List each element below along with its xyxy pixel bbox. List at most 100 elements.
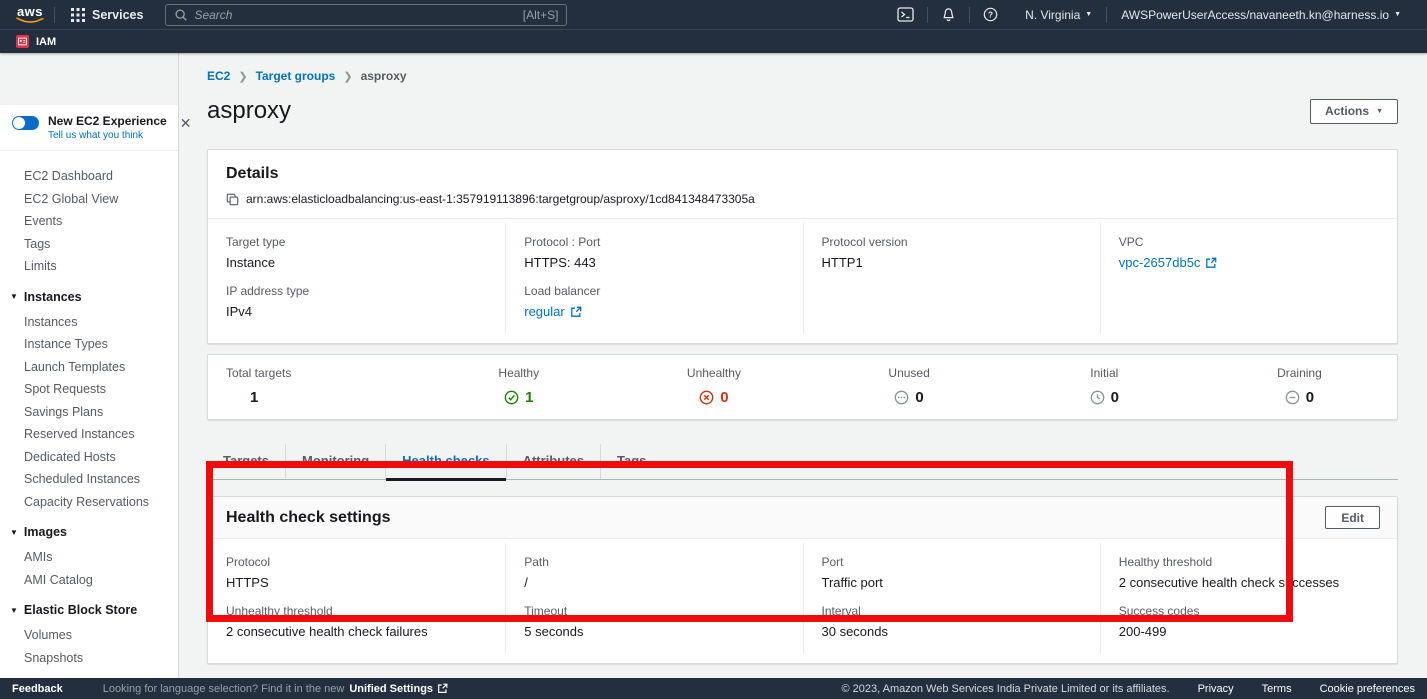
cloudshell-button[interactable]: [884, 7, 927, 22]
sidebar-item-limits[interactable]: Limits: [0, 255, 178, 278]
bell-icon: [941, 7, 956, 23]
field-label: Healthy threshold: [1119, 555, 1379, 569]
search-shortcut-hint: [Alt+S]: [523, 8, 559, 22]
caret-down-icon: ▼: [10, 606, 18, 615]
feedback-button[interactable]: Feedback: [12, 683, 63, 695]
field-label: Port: [822, 555, 1082, 569]
sidebar-item-instances[interactable]: Instances: [0, 311, 178, 334]
caret-down-icon: ▼: [1376, 108, 1383, 115]
aws-logo-text: aws: [17, 6, 43, 17]
targets-summary-panel: Total targets 1 Healthy 1 Unhealthy 0 Un…: [207, 354, 1398, 420]
search-input[interactable]: [194, 8, 516, 22]
load-balancer-link[interactable]: regular: [524, 304, 581, 319]
caret-down-icon: ▼: [10, 528, 18, 537]
notifications-button[interactable]: [928, 7, 969, 23]
sidebar-item-ami-catalog[interactable]: AMI Catalog: [0, 569, 178, 592]
experience-title: New EC2 Experience: [48, 114, 167, 128]
field-label: Protocol : Port: [524, 235, 784, 249]
close-icon[interactable]: ✕: [176, 114, 196, 132]
caret-down-icon: ▼: [10, 292, 18, 301]
help-button[interactable]: ?: [970, 7, 1011, 22]
field-label: Success codes: [1119, 604, 1379, 618]
field-label: Interval: [822, 604, 1082, 618]
field-label: Path: [524, 555, 784, 569]
caret-down-icon: ▼: [1085, 11, 1092, 18]
detail-tabs: Targets Monitoring Health checks Attribu…: [207, 444, 1398, 480]
breadcrumb-separator: ❯: [238, 70, 247, 83]
sidebar-item-dedicated-hosts[interactable]: Dedicated Hosts: [0, 446, 178, 469]
sidebar-item-amis[interactable]: AMIs: [0, 546, 178, 569]
sidebar-item-events[interactable]: Events: [0, 210, 178, 233]
health-check-settings-panel: Health check settings Edit Protocol HTTP…: [207, 496, 1398, 664]
sidebar-item-scheduled-instances[interactable]: Scheduled Instances: [0, 468, 178, 491]
region-selector[interactable]: N. Virginia ▼: [1011, 8, 1106, 22]
sidebar-item-ec2-global-view[interactable]: EC2 Global View: [0, 188, 178, 211]
stat-healthy: Healthy 1: [421, 366, 616, 406]
favorites-bar: IAM: [0, 29, 1427, 53]
sidebar-item-volumes[interactable]: Volumes: [0, 624, 178, 647]
tab-targets[interactable]: Targets: [207, 444, 285, 479]
sidebar-item-capacity-reservations[interactable]: Capacity Reservations: [0, 491, 178, 514]
copy-arn-button[interactable]: [226, 193, 239, 206]
nav-right-cluster: ? N. Virginia ▼ AWSPowerUserAccess/navan…: [884, 7, 1415, 23]
breadcrumb-ec2-link[interactable]: EC2: [207, 69, 230, 83]
field-label: Timeout: [524, 604, 784, 618]
tab-attributes[interactable]: Attributes: [506, 444, 600, 479]
sidebar-section-images[interactable]: ▼ Images: [0, 517, 178, 542]
tab-health-checks[interactable]: Health checks: [385, 444, 505, 479]
cloudshell-terminal-icon: [897, 7, 914, 22]
copyright-text: © 2023, Amazon Web Services India Privat…: [842, 683, 1170, 695]
vpc-link[interactable]: vpc-2657db5c: [1119, 255, 1218, 270]
sidebar-item-launch-templates[interactable]: Launch Templates: [0, 356, 178, 379]
favorites-item-iam[interactable]: IAM: [36, 36, 56, 48]
services-menu-button[interactable]: Services: [55, 8, 159, 22]
stat-total-targets: Total targets 1: [208, 366, 421, 406]
unified-settings-link[interactable]: Unified Settings: [349, 683, 448, 695]
field-label: Target type: [226, 235, 487, 249]
initial-clock-icon: [1090, 390, 1105, 405]
copy-icon: [226, 193, 239, 206]
field-label: Unhealthy threshold: [226, 604, 487, 618]
account-menu[interactable]: AWSPowerUserAccess/navaneeth.kn@harness.…: [1107, 8, 1415, 22]
sidebar-item-snapshots[interactable]: Snapshots: [0, 647, 178, 670]
target-type-value: Instance: [226, 255, 487, 270]
new-experience-toggle[interactable]: [12, 116, 39, 130]
external-link-icon: [1205, 257, 1217, 269]
experience-feedback-link[interactable]: Tell us what you think: [48, 130, 167, 141]
field-label: Protocol version: [822, 235, 1082, 249]
breadcrumb-current: asproxy: [361, 69, 407, 83]
details-panel: Details arn:aws:elasticloadbalancing:us-…: [207, 149, 1398, 344]
sidebar-item-tags[interactable]: Tags: [0, 233, 178, 256]
field-label: VPC: [1119, 235, 1379, 249]
external-link-icon: [570, 306, 582, 318]
unhealthy-x-circle-icon: [699, 390, 714, 405]
search-bar[interactable]: [Alt+S]: [165, 4, 567, 26]
services-grid-icon: [71, 8, 85, 22]
tab-monitoring[interactable]: Monitoring: [285, 444, 385, 479]
sidebar-section-instances[interactable]: ▼ Instances: [0, 282, 178, 307]
tab-tags[interactable]: Tags: [600, 444, 662, 479]
breadcrumb-target-groups-link[interactable]: Target groups: [256, 69, 336, 83]
field-label: Protocol: [226, 555, 487, 569]
account-label: AWSPowerUserAccess/navaneeth.kn@harness.…: [1121, 8, 1389, 22]
sidebar-item-savings-plans[interactable]: Savings Plans: [0, 401, 178, 424]
breadcrumb: EC2 ❯ Target groups ❯ asproxy: [207, 69, 1427, 83]
iam-service-icon: [16, 35, 29, 48]
sidebar-item-reserved-instances[interactable]: Reserved Instances: [0, 423, 178, 446]
terms-link[interactable]: Terms: [1262, 683, 1292, 695]
sidebar-item-spot-requests[interactable]: Spot Requests: [0, 378, 178, 401]
sidebar-section-elastic-block-store[interactable]: ▼ Elastic Block Store: [0, 595, 178, 620]
stat-initial: Initial 0: [1007, 366, 1202, 406]
cookie-preferences-link[interactable]: Cookie preferences: [1320, 683, 1415, 695]
unused-ellipsis-circle-icon: [894, 390, 909, 405]
breadcrumb-separator: ❯: [343, 70, 352, 83]
privacy-link[interactable]: Privacy: [1198, 683, 1234, 695]
edit-button[interactable]: Edit: [1325, 506, 1380, 529]
sidebar-item-ec2-dashboard[interactable]: EC2 Dashboard: [0, 165, 178, 188]
external-link-icon: [437, 683, 448, 694]
language-selection-text: Looking for language selection? Find it …: [103, 683, 345, 695]
actions-button[interactable]: Actions ▼: [1310, 99, 1398, 124]
top-navigation-bar: aws Services [Alt+S] ? N. Virginia ▼: [0, 0, 1427, 29]
sidebar-item-instance-types[interactable]: Instance Types: [0, 333, 178, 356]
aws-logo[interactable]: aws: [16, 6, 44, 24]
